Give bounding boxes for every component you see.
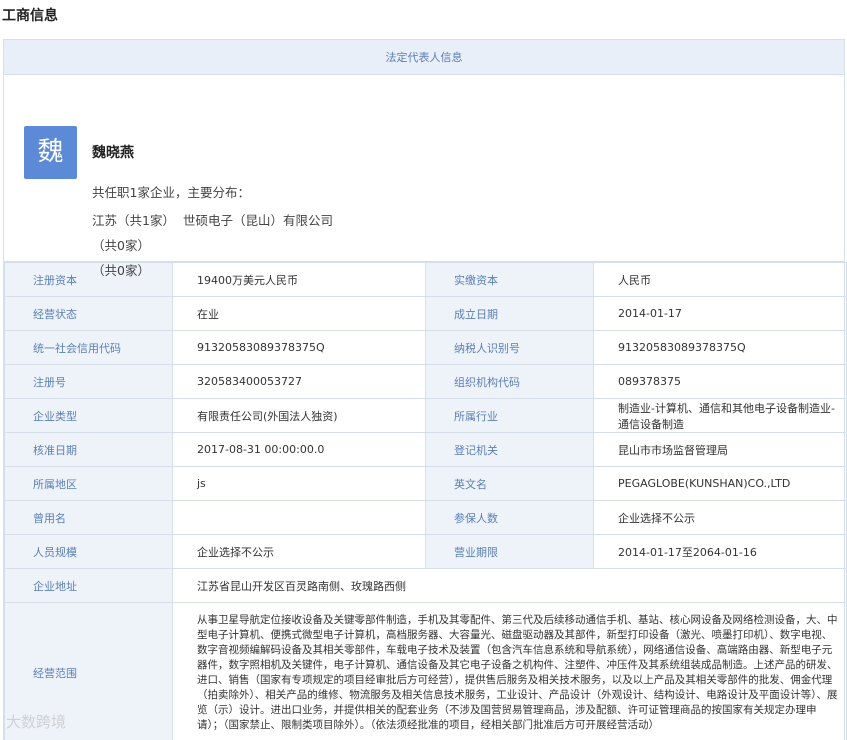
field-label: 英文名 [425, 466, 594, 501]
info-row: 统一社会信用代码 91320583089378375Q 纳税人识别号 91320583… [4, 330, 847, 365]
field-label: 成立日期 [425, 296, 594, 331]
field-value: 2014-01-17 [593, 296, 847, 331]
field-label: 营业期限 [425, 534, 594, 569]
field-label: 登记机关 [425, 432, 594, 467]
field-value: 320583400053727 [172, 364, 426, 399]
address-value: 江苏省昆山开发区百灵路南侧、玫瑰路西侧 [172, 568, 847, 603]
field-label: 组织机构代码 [425, 364, 594, 399]
field-value: 人民币 [593, 262, 847, 297]
field-label: 所属地区 [4, 466, 173, 501]
business-info-panel: 法定代表人信息 魏 魏晓燕 共任职1家企业，主要分布： 江苏（共1家） 世硕电子（… [3, 39, 847, 740]
field-value: 在业 [172, 296, 426, 331]
distribution-item: （共0家） [92, 260, 150, 279]
field-value: 2014-01-17至2064-01-16 [593, 534, 847, 569]
watermark-logo: 大数跨境 [6, 713, 67, 731]
field-label: 经营状态 [4, 296, 173, 331]
field-value: 91320583089378375Q [593, 330, 847, 365]
representative-section-header: 法定代表人信息 [4, 40, 844, 75]
field-label: 纳税人识别号 [425, 330, 594, 365]
field-label: 人员规模 [4, 534, 173, 569]
field-value: js [172, 466, 426, 501]
field-label: 所属行业 [425, 398, 594, 433]
distribution-item: 江苏（共1家） 世硕电子（昆山）有限公司 [92, 210, 333, 229]
field-value: 昆山市市场监督管理局 [593, 432, 847, 467]
distribution-region: （共0家） [92, 238, 150, 253]
distribution-company-link[interactable]: 世硕电子（昆山）有限公司 [183, 213, 333, 228]
avatar: 魏 [24, 126, 77, 179]
info-row-scope: 经营范围 从事卫星导航定位接收设备及关键零部件制造，手机及其零配件、第三代及后续移… [4, 602, 847, 740]
field-value: 制造业-计算机、通信和其他电子设备制造业-通信设备制造 [593, 398, 847, 433]
info-row: 企业类型 有限责任公司(外国法人独资) 所属行业 制造业-计算机、通信和其他电子设备制… [4, 398, 847, 433]
info-row: 曾用名 参保人数 企业选择不公示 [4, 500, 847, 535]
representative-summary: 共任职1家企业，主要分布： [92, 185, 250, 200]
distribution-region: 江苏（共1家） [92, 213, 175, 228]
info-row-address: 企业地址 江苏省昆山开发区百灵路南侧、玫瑰路西侧 [4, 568, 847, 603]
field-label: 实缴资本 [425, 262, 594, 297]
field-label: 企业地址 [4, 568, 173, 603]
field-label: 注册号 [4, 364, 173, 399]
field-value: 企业选择不公示 [172, 534, 426, 569]
distribution-region: （共0家） [92, 263, 150, 278]
field-label: 参保人数 [425, 500, 594, 535]
field-value: 企业选择不公示 [593, 500, 847, 535]
field-value: PEGAGLOBE(KUNSHAN)CO.,LTD [593, 466, 847, 501]
info-row: 注册号 320583400053727 组织机构代码 089378375 [4, 364, 847, 399]
business-scope-value: 从事卫星导航定位接收设备及关键零部件制造，手机及其零配件、第三代及后续移动通信手… [172, 602, 847, 740]
info-row: 核准日期 2017-08-31 00:00:00.0 登记机关 昆山市市场监督管理局 [4, 432, 847, 467]
field-value: 91320583089378375Q [172, 330, 426, 365]
info-row: 经营状态 在业 成立日期 2014-01-17 [4, 296, 847, 331]
field-label: 企业类型 [4, 398, 173, 433]
field-label: 统一社会信用代码 [4, 330, 173, 365]
field-value: 089378375 [593, 364, 847, 399]
info-row: 所属地区 js 英文名 PEGAGLOBE(KUNSHAN)CO.,LTD [4, 466, 847, 501]
distribution-item: （共0家） [92, 235, 150, 254]
representative-card: 魏 魏晓燕 共任职1家企业，主要分布： 江苏（共1家） 世硕电子（昆山）有限公司 … [4, 75, 844, 278]
field-value [172, 500, 426, 535]
business-info-table: 注册资本 19400万美元人民币 实缴资本 人民币 经营状态 在业 成立日期 2014-01-… [4, 262, 847, 740]
representative-name[interactable]: 魏晓燕 [92, 142, 134, 162]
field-label: 核准日期 [4, 432, 173, 467]
field-value: 2017-08-31 00:00:00.0 [172, 432, 426, 467]
page-title: 工商信息 [2, 8, 58, 24]
info-row: 人员规模 企业选择不公示 营业期限 2014-01-17至2064-01-16 [4, 534, 847, 569]
field-value: 有限责任公司(外国法人独资) [172, 398, 426, 433]
field-label: 曾用名 [4, 500, 173, 535]
field-value: 19400万美元人民币 [172, 262, 426, 297]
